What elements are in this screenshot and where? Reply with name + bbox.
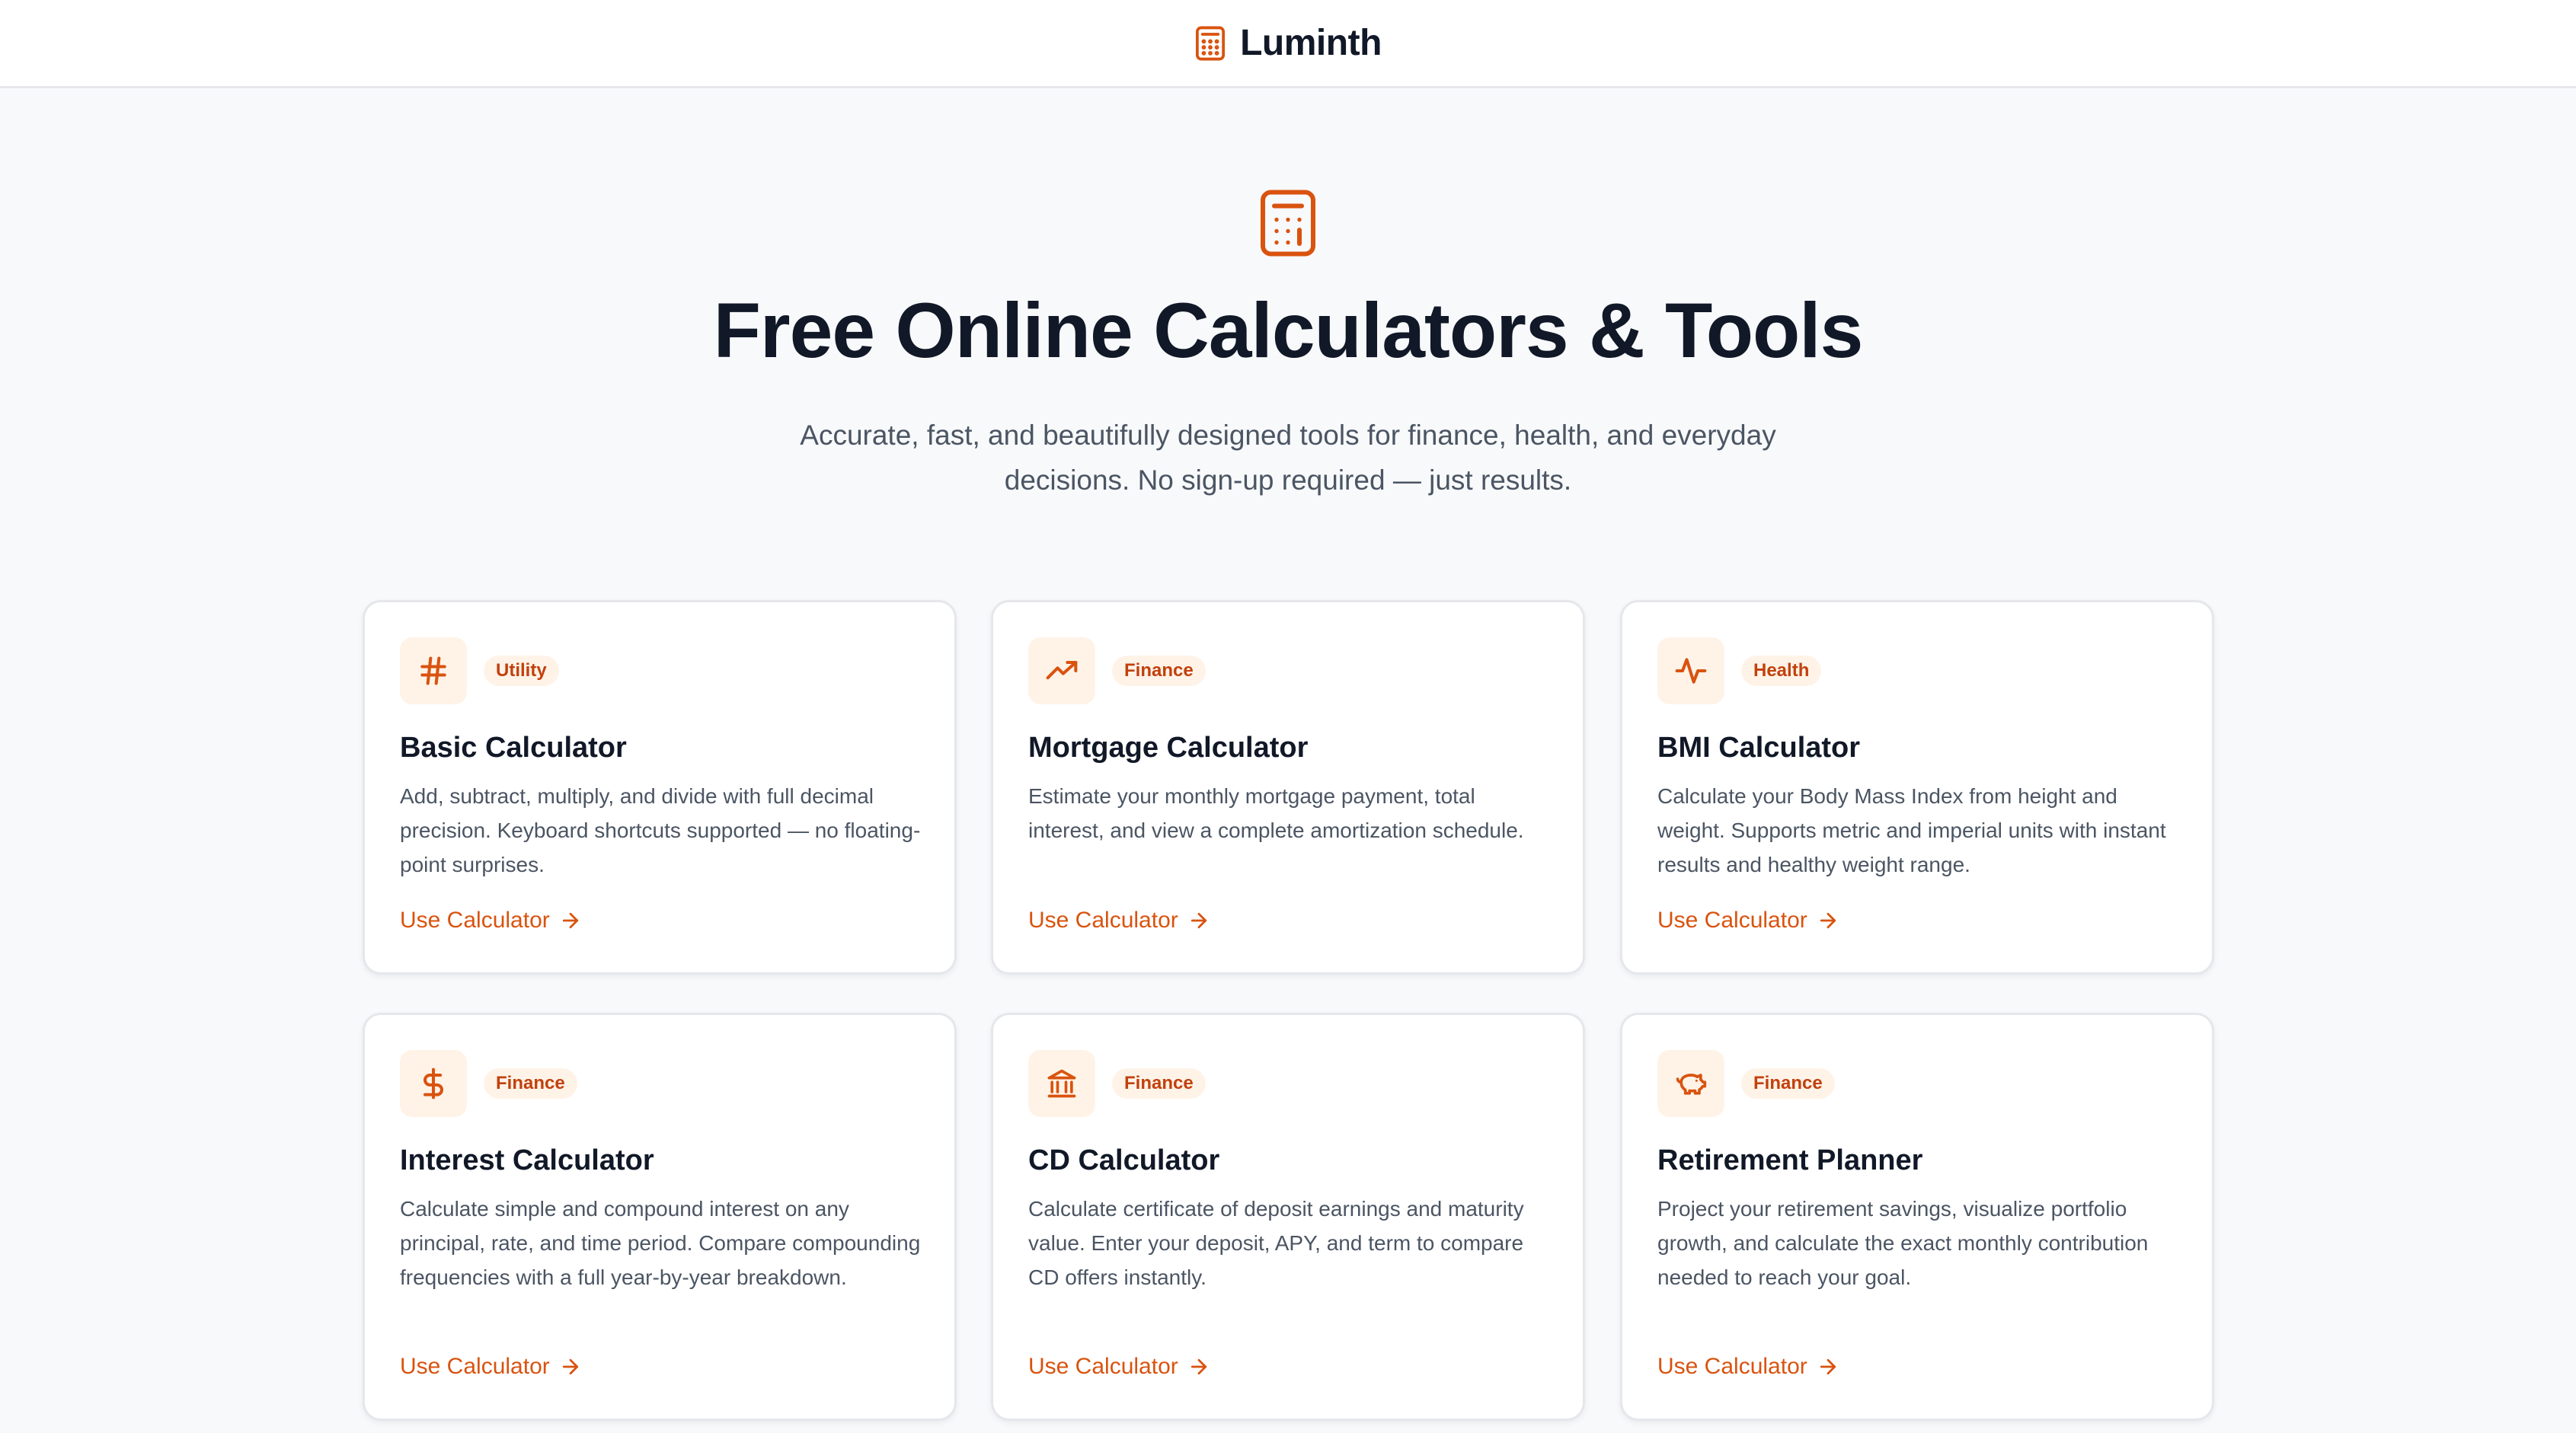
calculator-icon bbox=[1258, 187, 1318, 259]
card-description: Calculate simple and compound interest o… bbox=[400, 1197, 921, 1289]
use-calculator-label: Use Calculator bbox=[400, 1354, 550, 1379]
card-title: Interest Calculator bbox=[400, 1144, 654, 1176]
use-calculator-link[interactable]: Use Calculator bbox=[1657, 907, 1839, 934]
use-calculator-label: Use Calculator bbox=[400, 908, 550, 933]
page-subtitle: Accurate, fast, and beautifully designed… bbox=[800, 420, 1776, 496]
top-bar: Luminth bbox=[0, 0, 2576, 88]
category-tag: Finance bbox=[484, 1068, 577, 1099]
card-title: BMI Calculator bbox=[1657, 732, 1861, 764]
arrow-right-icon bbox=[562, 1358, 578, 1375]
use-calculator-link[interactable]: Use Calculator bbox=[400, 1353, 582, 1380]
use-calculator-link[interactable]: Use Calculator bbox=[400, 907, 582, 934]
category-tag: Health bbox=[1741, 656, 1822, 686]
arrow-right-icon bbox=[1191, 912, 1207, 929]
calculator-card-interest[interactable]: Finance Interest Calculator Calculate si… bbox=[363, 1013, 957, 1421]
category-tag: Finance bbox=[1741, 1068, 1835, 1099]
calculator-card-basic[interactable]: Utility Basic Calculator Add, subtract, … bbox=[363, 600, 957, 975]
card-description: Estimate your monthly mortgage payment, … bbox=[1028, 784, 1524, 842]
arrow-right-icon bbox=[562, 912, 578, 929]
calculator-card-bmi[interactable]: Health BMI Calculator Calculate your Bod… bbox=[1620, 600, 2214, 975]
category-tag: Finance bbox=[1112, 1068, 1206, 1099]
category-tag: Utility bbox=[484, 656, 559, 686]
use-calculator-label: Use Calculator bbox=[1028, 1354, 1178, 1379]
arrow-right-icon bbox=[1820, 1358, 1836, 1375]
use-calculator-label: Use Calculator bbox=[1028, 908, 1178, 933]
calculator-card-retirement[interactable]: Finance Retirement Planner Project your … bbox=[1620, 1013, 2214, 1421]
calculator-card-cd[interactable]: Finance CD Calculator Calculate certific… bbox=[991, 1013, 1585, 1421]
card-description: Add, subtract, multiply, and divide with… bbox=[400, 784, 921, 876]
arrow-right-icon bbox=[1820, 912, 1836, 929]
card-title: Basic Calculator bbox=[400, 732, 627, 764]
calculator-card-mortgage[interactable]: Finance Mortgage Calculator Estimate you… bbox=[991, 600, 1585, 975]
activity-icon bbox=[1657, 637, 1724, 704]
use-calculator-link[interactable]: Use Calculator bbox=[1028, 1353, 1210, 1380]
card-description: Calculate your Body Mass Index from heig… bbox=[1657, 784, 2166, 876]
bank-icon bbox=[1028, 1050, 1095, 1117]
use-calculator-link[interactable]: Use Calculator bbox=[1657, 1353, 1839, 1380]
use-calculator-label: Use Calculator bbox=[1657, 1354, 1807, 1379]
brand-name[interactable]: Luminth bbox=[1240, 22, 1382, 64]
arrow-right-icon bbox=[1191, 1358, 1207, 1375]
card-description: Project your retirement savings, visuali… bbox=[1657, 1197, 2149, 1289]
use-calculator-link[interactable]: Use Calculator bbox=[1028, 907, 1210, 934]
hash-icon bbox=[400, 637, 467, 704]
piggy-bank-icon bbox=[1657, 1050, 1724, 1117]
card-description: Calculate certificate of deposit earning… bbox=[1028, 1197, 1524, 1289]
card-title: Retirement Planner bbox=[1657, 1144, 1923, 1176]
calculator-icon bbox=[1194, 25, 1226, 62]
trending-up-icon bbox=[1028, 637, 1095, 704]
category-tag: Finance bbox=[1112, 656, 1206, 686]
card-title: CD Calculator bbox=[1028, 1144, 1220, 1176]
page-title: Free Online Calculators & Tools bbox=[713, 287, 1864, 374]
use-calculator-label: Use Calculator bbox=[1657, 908, 1807, 933]
dollar-icon bbox=[400, 1050, 467, 1117]
card-title: Mortgage Calculator bbox=[1028, 732, 1309, 764]
